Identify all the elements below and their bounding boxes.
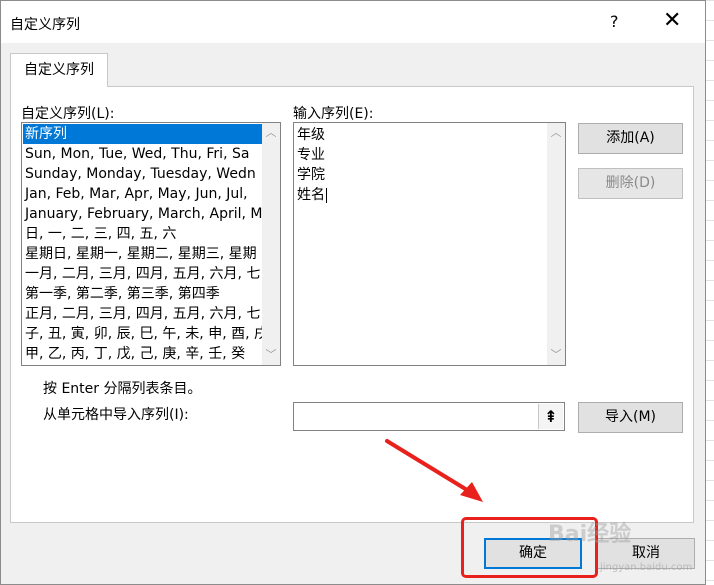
custom-list-item[interactable]: Sun, Mon, Tue, Wed, Thu, Fri, Sa: [23, 144, 262, 164]
custom-lists-scrollbar[interactable]: ︿ ﹀: [262, 123, 280, 365]
custom-lists-dialog: 自定义序列 ? ✕ 自定义序列 自定义序列(L): 新序列 Sun, Mon, T…: [0, 0, 706, 585]
custom-list-item[interactable]: 第一季, 第二季, 第三季, 第四季: [23, 284, 262, 304]
custom-lists-listbox[interactable]: 新序列 Sun, Mon, Tue, Wed, Thu, Fri, Sa Sunda…: [21, 122, 281, 366]
custom-lists-items: 新序列 Sun, Mon, Tue, Wed, Thu, Fri, Sa Sunda…: [23, 124, 262, 364]
close-icon[interactable]: ✕: [663, 9, 681, 33]
range-select-icon[interactable]: ⇞: [538, 404, 563, 429]
entries-scrollbar[interactable]: ︿ ﹀: [547, 123, 565, 365]
add-button[interactable]: 添加(A): [578, 123, 683, 154]
watermark-url: jingyan.baidu.com: [600, 562, 693, 573]
enter-hint-text: 按 Enter 分隔列表条目。: [43, 381, 202, 397]
custom-list-item[interactable]: Sunday, Monday, Tuesday, Wedn: [23, 164, 262, 184]
custom-list-item[interactable]: 星期日, 星期一, 星期二, 星期三, 星期: [23, 244, 262, 264]
delete-button[interactable]: 删除(D): [578, 168, 683, 199]
scroll-down-icon[interactable]: ﹀: [550, 349, 562, 361]
scroll-up-icon[interactable]: ︿: [550, 127, 562, 139]
import-button[interactable]: 导入(M): [578, 402, 683, 433]
scroll-up-icon[interactable]: ︿: [265, 127, 277, 139]
entries-label: 输入序列(E):: [293, 106, 374, 122]
watermark-logo: Bai经验: [548, 522, 632, 547]
custom-list-item[interactable]: 一月, 二月, 三月, 四月, 五月, 六月, 七: [23, 264, 262, 284]
custom-list-item[interactable]: Jan, Feb, Mar, Apr, May, Jun, Jul,: [23, 184, 262, 204]
import-label: 从单元格中导入序列(I):: [43, 407, 189, 423]
custom-list-item[interactable]: 子, 丑, 寅, 卯, 辰, 巳, 午, 未, 申, 酉, 戌: [23, 324, 262, 344]
custom-list-item[interactable]: 新序列: [23, 124, 262, 144]
list-entry-line: 年级: [297, 127, 325, 143]
custom-lists-label: 自定义序列(L):: [21, 106, 115, 122]
import-range-field[interactable]: ⇞: [293, 402, 565, 431]
tab-custom-lists[interactable]: 自定义序列: [10, 53, 108, 87]
title-bar: 自定义序列 ? ✕: [1, 1, 705, 43]
text-caret: [326, 187, 327, 203]
custom-list-item[interactable]: January, February, March, April, M: [23, 204, 262, 224]
custom-list-item[interactable]: 甲, 乙, 丙, 丁, 戊, 己, 庚, 辛, 壬, 癸: [23, 344, 262, 364]
custom-list-item[interactable]: 日, 一, 二, 三, 四, 五, 六: [23, 224, 262, 244]
list-entries-textarea[interactable]: 年级专业学院姓名 ︿ ﹀: [293, 122, 566, 366]
list-entries-lines: 年级 专业 学院 姓名: [297, 125, 327, 205]
list-entry-line: 姓名: [297, 187, 327, 203]
help-button[interactable]: ?: [610, 12, 619, 31]
dialog-title: 自定义序列: [10, 17, 80, 33]
scroll-down-icon[interactable]: ﹀: [265, 349, 277, 361]
list-entry-line: 学院: [297, 167, 325, 183]
list-entry-line: 专业: [297, 147, 325, 163]
custom-list-item[interactable]: 正月, 二月, 三月, 四月, 五月, 六月, 七: [23, 304, 262, 324]
